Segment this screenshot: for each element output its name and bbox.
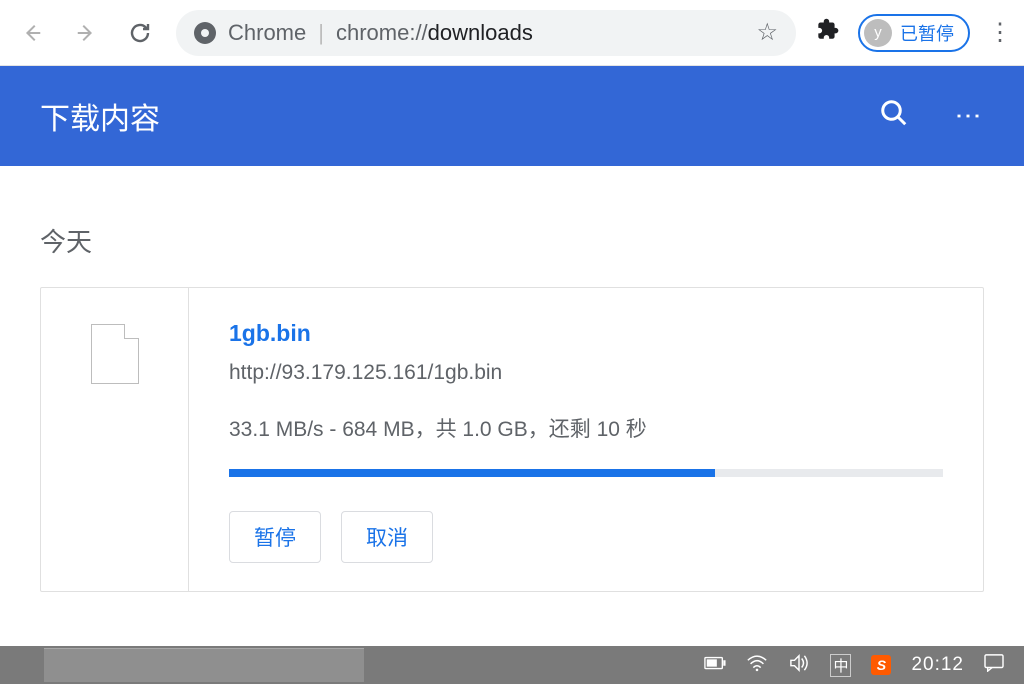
arrow-left-icon xyxy=(21,22,43,44)
avatar: y xyxy=(864,19,892,47)
omnibox-app-name: Chrome xyxy=(228,20,306,46)
profile-status-label: 已暂停 xyxy=(900,20,954,46)
page-menu-icon[interactable]: ⋮ xyxy=(953,103,984,129)
downloads-header: 下载内容 ⋮ xyxy=(0,66,1024,166)
reload-button[interactable] xyxy=(122,15,158,51)
omnibox-divider: | xyxy=(318,20,324,46)
reload-icon xyxy=(128,21,152,45)
browser-toolbar: Chrome | chrome://downloads ☆ y 已暂停 ⋮ xyxy=(0,0,1024,66)
bookmark-star-icon[interactable]: ☆ xyxy=(756,18,778,47)
browser-menu-icon[interactable]: ⋮ xyxy=(988,18,1010,47)
chrome-logo-icon xyxy=(194,22,216,44)
windows-taskbar: 中 S 20:12 xyxy=(0,646,1024,684)
download-file-name[interactable]: 1gb.bin xyxy=(229,320,943,347)
download-status: 33.1 MB/s - 684 MB，共 1.0 GB，还剩 10 秒 xyxy=(229,413,943,443)
downloads-content: 今天 1gb.bin http://93.179.125.161/1gb.bin… xyxy=(0,166,1024,646)
section-today-label: 今天 xyxy=(40,222,984,259)
download-source-url: http://93.179.125.161/1gb.bin xyxy=(229,361,943,385)
omnibox-url-prefix: chrome:// xyxy=(336,20,428,45)
sogou-ime-icon[interactable]: S xyxy=(871,655,891,675)
cancel-button[interactable]: 取消 xyxy=(341,511,433,563)
address-bar[interactable]: Chrome | chrome://downloads ☆ xyxy=(176,10,796,56)
download-item: 1gb.bin http://93.179.125.161/1gb.bin 33… xyxy=(40,287,984,592)
omnibox-url-path: downloads xyxy=(428,20,533,45)
file-icon xyxy=(91,324,139,384)
back-button[interactable] xyxy=(14,15,50,51)
forward-button[interactable] xyxy=(68,15,104,51)
battery-icon[interactable] xyxy=(704,656,726,675)
pause-button[interactable]: 暂停 xyxy=(229,511,321,563)
download-progress-track xyxy=(229,469,943,477)
taskbar-app-entry[interactable] xyxy=(44,648,364,682)
arrow-right-icon xyxy=(75,22,97,44)
download-progress-bar xyxy=(229,469,715,477)
search-icon[interactable] xyxy=(879,98,909,135)
download-thumbnail xyxy=(41,288,189,591)
volume-icon[interactable] xyxy=(788,654,810,677)
ime-indicator[interactable]: 中 xyxy=(830,654,851,677)
notifications-icon[interactable] xyxy=(984,654,1004,677)
system-tray: 中 S 20:12 xyxy=(704,654,1024,677)
page-title: 下载内容 xyxy=(40,94,160,138)
profile-chip[interactable]: y 已暂停 xyxy=(858,14,970,52)
taskbar-clock[interactable]: 20:12 xyxy=(911,654,964,676)
extensions-icon[interactable] xyxy=(814,16,840,49)
wifi-icon[interactable] xyxy=(746,654,768,677)
